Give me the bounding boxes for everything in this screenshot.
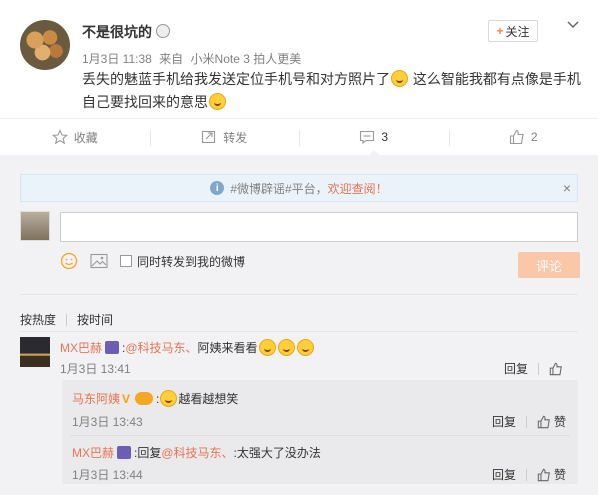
replier-name[interactable]: 马东阿姨	[72, 390, 120, 407]
chevron-down-icon[interactable]	[566, 18, 580, 32]
repost-button[interactable]: 转发	[149, 119, 300, 155]
replier-name[interactable]: MX巴赫	[72, 444, 114, 461]
image-icon	[90, 253, 108, 269]
comment-actions: 回复	[504, 360, 566, 377]
like-label[interactable]: 赞	[554, 413, 566, 430]
divider	[20, 294, 578, 295]
smile-emoji-icon	[209, 93, 226, 110]
repost-icon	[202, 130, 216, 144]
emoji-button[interactable]	[60, 252, 78, 270]
post-content-part1: 丢失的魅蓝手机给我发送定位手机号和对方照片了	[82, 71, 390, 87]
sort-by-time[interactable]: 按时间	[77, 311, 113, 328]
also-repost-checkbox[interactable]	[120, 255, 132, 267]
author-name[interactable]: 不是很坑的	[82, 22, 152, 42]
smile-emoji-icon	[391, 70, 408, 87]
close-icon[interactable]: ×	[563, 180, 571, 196]
reply-separator	[70, 435, 570, 436]
notice-text: #微博辟谣#平台，	[230, 181, 328, 196]
reply-actions: 回复 赞	[492, 413, 566, 430]
fan-badge-icon[interactable]	[135, 392, 154, 405]
member-badge-icon[interactable]	[105, 341, 120, 354]
comment-section: i #微博辟谣#平台， 欢迎查阅！ × 同时转发到我的微博 评论 按热度 按时间…	[0, 156, 598, 495]
member-icon[interactable]	[156, 24, 170, 38]
repost-label: 转发	[223, 130, 248, 145]
reply-text: MX巴赫 :回复 @科技马东、 :太强大了没办法	[72, 444, 321, 461]
post-source-prefix: 来自	[159, 52, 184, 66]
comment-text: MX巴赫 : @科技马东、 阿姨来看看	[60, 339, 315, 356]
comment-count: 3	[381, 130, 389, 144]
post-action-bar: 收藏 转发 3 2	[0, 118, 598, 156]
reply-time: 1月3日 13:44	[72, 468, 143, 482]
collect-label: 收藏	[73, 130, 98, 145]
action-separator	[538, 362, 540, 375]
comment-time: 1月3日 13:41	[60, 362, 131, 376]
mention-link[interactable]: @科技马东、	[125, 339, 197, 356]
sort-tabs: 按热度 按时间	[20, 311, 113, 328]
like-icon[interactable]	[537, 468, 551, 482]
reply-time: 1月3日 13:43	[72, 415, 143, 429]
comment-icon	[360, 130, 375, 145]
comment-input[interactable]	[60, 212, 578, 242]
image-button[interactable]	[90, 253, 108, 269]
laugh-emoji-icon	[258, 339, 276, 356]
emoji-icon	[60, 252, 78, 270]
mention-link[interactable]: @科技马东、	[161, 444, 233, 461]
reply-actions: 回复 赞	[492, 466, 566, 483]
post-date[interactable]: 1月3日 11:38	[82, 52, 152, 66]
comment-body: 阿姨来看看	[197, 341, 258, 355]
author-avatar[interactable]	[20, 20, 70, 70]
reply-button[interactable]: 回复	[492, 413, 516, 430]
reply-button[interactable]: 回复	[504, 360, 528, 377]
like-icon[interactable]	[549, 362, 563, 376]
reply-prefix: :回复	[134, 446, 162, 460]
composer-tools: 同时转发到我的微博	[60, 252, 257, 270]
follow-button[interactable]: + 关注	[488, 20, 538, 42]
like-icon[interactable]	[537, 415, 551, 429]
action-separator	[526, 415, 528, 428]
verified-icon: V	[122, 391, 131, 406]
like-icon	[509, 129, 524, 145]
tab-separator	[66, 313, 68, 326]
divider	[20, 331, 578, 332]
post-content: 丢失的魅蓝手机给我发送定位手机号和对方照片了 这么智能我都有点像是手机自己要找回…	[82, 68, 582, 114]
follow-label: 关注	[505, 24, 530, 39]
sort-by-hot[interactable]: 按热度	[20, 311, 56, 328]
comment-button[interactable]: 3	[299, 119, 449, 156]
like-count: 2	[530, 130, 538, 144]
submit-comment-button[interactable]: 评论	[518, 252, 580, 278]
notice-link[interactable]: 欢迎查阅！	[328, 180, 388, 197]
post-source[interactable]: 小米Note 3 拍人更美	[191, 52, 302, 66]
commenter-name[interactable]: MX巴赫	[60, 339, 102, 356]
rumor-notice-banner: i #微博辟谣#平台， 欢迎查阅！ ×	[20, 174, 578, 202]
also-repost-label: 同时转发到我的微博	[137, 254, 246, 269]
reply-body: 越看越想笑	[178, 392, 239, 406]
current-user-avatar	[20, 211, 50, 241]
member-badge-icon[interactable]	[117, 446, 132, 459]
laugh-emoji-icon	[296, 339, 314, 356]
laugh-emoji-icon	[277, 339, 295, 356]
reply-button[interactable]: 回复	[492, 466, 516, 483]
like-label[interactable]: 赞	[554, 466, 566, 483]
weibo-post: 不是很坑的 1月3日 11:38 来自 小米Note 3 拍人更美 丢失的魅蓝手…	[0, 0, 598, 118]
reply-text: 马东阿姨 V : 越看越想笑	[72, 390, 239, 407]
star-icon	[51, 129, 68, 145]
also-repost-option[interactable]: 同时转发到我的微博	[120, 253, 245, 270]
like-button[interactable]: 2	[448, 119, 598, 155]
laugh-cry-emoji-icon	[160, 390, 178, 407]
collect-button[interactable]: 收藏	[0, 119, 150, 155]
reply-body: :太强大了没办法	[233, 446, 321, 460]
post-meta: 1月3日 11:38 来自 小米Note 3 拍人更美	[82, 50, 305, 67]
action-separator	[526, 468, 528, 481]
commenter-avatar[interactable]	[20, 337, 50, 367]
info-icon: i	[210, 181, 225, 195]
plus-icon: +	[496, 24, 504, 38]
